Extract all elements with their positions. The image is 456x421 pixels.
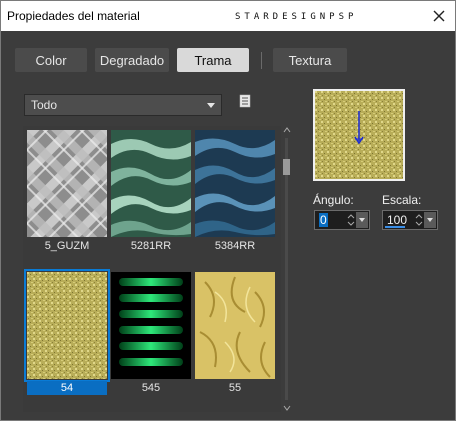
spin-arrows-icon[interactable]	[415, 213, 423, 227]
pattern-label: 54	[27, 381, 107, 395]
pattern-thumbnail	[24, 269, 110, 382]
pattern-preview[interactable]	[313, 89, 405, 181]
category-select[interactable]: Todo	[24, 94, 222, 116]
chevron-down-icon	[207, 103, 215, 108]
pattern-item-5384rr[interactable]: 5384RR	[195, 130, 275, 253]
pattern-list-icon[interactable]	[239, 94, 251, 108]
pattern-item-54[interactable]: 54	[24, 269, 110, 395]
scroll-thumb[interactable]	[283, 159, 290, 175]
pattern-scrollbar[interactable]	[281, 126, 293, 412]
category-select-value: Todo	[31, 98, 58, 112]
pattern-thumbnail	[195, 130, 275, 237]
close-icon	[433, 10, 445, 22]
pattern-thumbnail	[111, 130, 191, 237]
close-button[interactable]	[427, 4, 451, 28]
pattern-item-5-guzm[interactable]: 5_GUZM	[27, 130, 107, 253]
tab-textura[interactable]: Textura	[273, 48, 347, 72]
pattern-item-5281rr[interactable]: 5281RR	[111, 130, 191, 253]
tab-separator	[261, 52, 262, 69]
pattern-grid: 5_GUZM 5281RR 5384RR 54 545 55	[23, 126, 281, 412]
scroll-track[interactable]	[285, 138, 288, 400]
watermark-text: STARDESIGNPSP	[235, 12, 358, 22]
pattern-label: 55	[228, 382, 242, 394]
scale-spinbox[interactable]: 100	[382, 210, 438, 230]
scroll-down-icon[interactable]	[283, 404, 291, 412]
pattern-preview-image	[315, 91, 403, 179]
angle-spinbox[interactable]: 0	[314, 210, 370, 230]
scale-label: Escala:	[382, 193, 422, 207]
spin-arrows-icon[interactable]	[347, 213, 355, 227]
scroll-up-icon[interactable]	[283, 126, 291, 134]
pattern-label: 545	[141, 382, 161, 394]
pattern-thumbnail	[111, 272, 191, 379]
tab-trama[interactable]: Trama	[177, 48, 249, 72]
window-title: Propiedades del material	[7, 9, 140, 23]
angle-value[interactable]: 0	[319, 213, 328, 227]
pattern-label: 5384RR	[214, 240, 256, 252]
pattern-label: 5281RR	[130, 240, 172, 252]
scale-value[interactable]: 100	[387, 213, 407, 227]
pattern-label: 5_GUZM	[44, 240, 90, 252]
tab-degradado[interactable]: Degradado	[95, 48, 169, 72]
pattern-item-55[interactable]: 55	[195, 272, 275, 395]
pattern-thumbnail	[27, 130, 107, 237]
title-bar: Propiedades del material STARDESIGNPSP	[1, 1, 455, 31]
scale-level-bar	[385, 226, 405, 228]
pattern-item-545[interactable]: 545	[111, 272, 191, 395]
material-properties-dialog: Propiedades del material STARDESIGNPSP C…	[0, 0, 456, 421]
angle-dropdown-button[interactable]	[356, 212, 368, 228]
angle-label: Ángulo:	[313, 193, 354, 207]
tab-color[interactable]: Color	[15, 48, 87, 72]
scale-dropdown-button[interactable]	[424, 212, 436, 228]
pattern-thumbnail	[195, 272, 275, 379]
